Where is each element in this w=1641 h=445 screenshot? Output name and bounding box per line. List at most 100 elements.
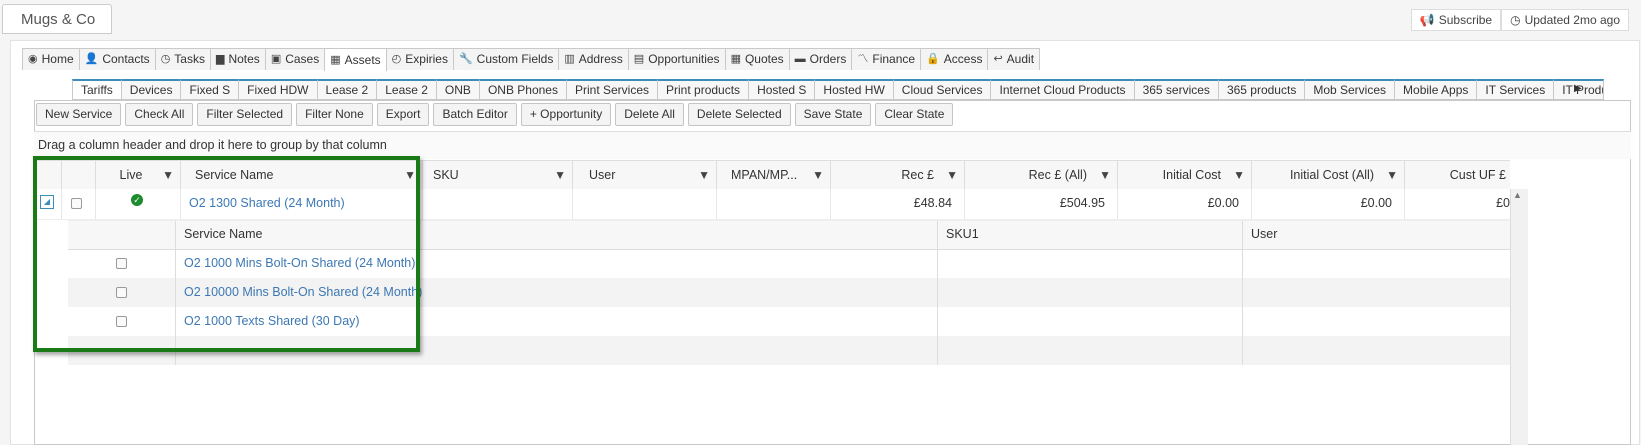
header-sku[interactable]: SKU ▼ xyxy=(422,161,572,190)
subtab-cloud-services[interactable]: Cloud Services xyxy=(892,79,992,100)
filter-icon[interactable]: ▼ xyxy=(698,161,710,189)
subtab-fixed-hdw[interactable]: Fixed HDW xyxy=(238,79,318,100)
grid-icon: ▦ xyxy=(330,53,341,66)
child-row[interactable]: O2 1000 Mins Bolt-On Shared (24 Month) xyxy=(68,249,1510,278)
child-row[interactable] xyxy=(68,336,1510,365)
child-user-cell xyxy=(1242,249,1510,278)
child-service-link[interactable]: O2 10000 Mins Bolt-On Shared (24 Month) xyxy=(175,278,937,307)
subtab-tariffs[interactable]: Tariffs xyxy=(72,79,122,100)
tab-quotes[interactable]: ▦ Quotes xyxy=(724,48,790,70)
header-user[interactable]: User ▼ xyxy=(572,161,716,190)
subtab-fixed-s[interactable]: Fixed S xyxy=(180,79,240,100)
updated-status: ◷ Updated 2mo ago xyxy=(1501,9,1629,31)
header-rec-all[interactable]: Rec £ (All) ▼ xyxy=(964,161,1117,190)
filter-icon[interactable]: ▼ xyxy=(946,161,958,189)
header-initial-cost-all[interactable]: Initial Cost (All) ▼ xyxy=(1251,161,1404,190)
child-select-cell xyxy=(68,336,175,365)
child-row-checkbox[interactable] xyxy=(116,316,127,327)
row-checkbox[interactable] xyxy=(71,198,82,209)
export-button[interactable]: Export xyxy=(376,103,430,126)
check-all-button[interactable]: Check All xyxy=(125,103,194,126)
tab-cases[interactable]: ▣ Cases xyxy=(264,48,326,70)
subtab-print-services[interactable]: Print Services xyxy=(565,79,659,100)
table-row[interactable]: O2 1300 Shared (24 Month) £48.84 £504.95… xyxy=(35,189,1510,220)
tab-scroll-right-icon[interactable]: ▶ xyxy=(1574,83,1582,94)
tab-expiries[interactable]: ◴ Expiries xyxy=(385,48,454,70)
child-service-link[interactable]: O2 1000 Texts Shared (30 Day) xyxy=(175,307,937,336)
filter-icon[interactable]: ▼ xyxy=(404,161,416,189)
child-row[interactable]: O2 10000 Mins Bolt-On Shared (24 Month) xyxy=(68,278,1510,307)
header-initial-cost[interactable]: Initial Cost ▼ xyxy=(1117,161,1251,190)
tab-notes[interactable]: ▆ Notes xyxy=(209,48,266,70)
new-service-button[interactable]: New Service xyxy=(36,103,122,126)
tab-home[interactable]: ◉ Home xyxy=(22,48,80,70)
child-row-checkbox[interactable] xyxy=(116,287,127,298)
filter-icon[interactable]: ▼ xyxy=(812,161,824,189)
user-cell xyxy=(572,189,716,219)
subtab-mobile-apps[interactable]: Mobile Apps xyxy=(1394,79,1478,100)
batch-editor-button[interactable]: Batch Editor xyxy=(433,103,517,126)
subscribe-button[interactable]: 📢 Subscribe xyxy=(1410,9,1502,31)
account-title-tab: Mugs & Co xyxy=(2,4,112,34)
header-live[interactable]: Live ▼ xyxy=(95,161,180,190)
child-header-user[interactable]: User xyxy=(1242,221,1510,249)
header-select-col xyxy=(61,161,95,190)
child-user-cell xyxy=(1242,278,1510,307)
child-sku-cell xyxy=(937,249,1242,278)
child-row[interactable]: O2 1000 Texts Shared (30 Day) xyxy=(68,307,1510,336)
header-cust-uf[interactable]: Cust UF £ xyxy=(1404,161,1510,190)
subtab-365-products[interactable]: 365 products xyxy=(1217,79,1306,100)
filter-icon[interactable]: ▼ xyxy=(1386,161,1398,189)
delete-selected-button[interactable]: Delete Selected xyxy=(687,103,791,126)
subtab-hosted-hw[interactable]: Hosted HW xyxy=(814,79,894,100)
collapse-row-icon[interactable]: ◢ xyxy=(40,195,54,209)
tab-assets[interactable]: ▦ Assets xyxy=(324,48,387,71)
subtab-it-services[interactable]: IT Services xyxy=(1476,79,1555,100)
filter-icon[interactable]: ▼ xyxy=(1233,161,1245,189)
save-state-button[interactable]: Save State xyxy=(794,103,872,126)
tab-tasks[interactable]: ◷ Tasks xyxy=(154,48,211,70)
header-mpan[interactable]: MPAN/MP... ▼ xyxy=(716,161,830,190)
tab-audit[interactable]: ↩ Audit xyxy=(987,48,1041,70)
cust-uf-cell: £0 xyxy=(1404,189,1510,219)
filter-icon[interactable]: ▼ xyxy=(162,161,174,189)
subtab-lease-2[interactable]: Lease 2 xyxy=(316,79,378,100)
main-tab-bar: ◉ Home 👤 Contacts ◷ Tasks ▆ Notes ▣ Cases ▦ As… xyxy=(22,48,1041,71)
add-opportunity-button[interactable]: + Opportunity xyxy=(520,103,612,126)
service-name-link[interactable]: O2 1300 Shared (24 Month) xyxy=(180,189,422,219)
child-header-sku1[interactable]: SKU1 xyxy=(937,221,1242,249)
scroll-up-arrow-icon[interactable]: ▲ xyxy=(1513,190,1522,200)
filter-selected-button[interactable]: Filter Selected xyxy=(197,103,293,126)
child-header-service-name[interactable]: Service Name xyxy=(175,221,937,249)
subtab-lease-2b[interactable]: Lease 2 xyxy=(376,79,437,100)
filter-none-button[interactable]: Filter None xyxy=(296,103,373,126)
delete-all-button[interactable]: Delete All xyxy=(615,103,684,126)
subtab-onb-phones[interactable]: ONB Phones xyxy=(478,79,567,100)
tab-custom-fields[interactable]: 🔧 Custom Fields xyxy=(452,48,560,70)
header-rec[interactable]: Rec £ ▼ xyxy=(830,161,964,190)
subtab-hosted-s[interactable]: Hosted S xyxy=(748,79,816,100)
clock-icon: ◷ xyxy=(1510,13,1521,27)
header-service-name[interactable]: Service Name ▼ xyxy=(180,161,422,190)
subtab-365-services[interactable]: 365 services xyxy=(1133,79,1219,100)
group-by-drop-zone[interactable]: Drag a column header and drop it here to… xyxy=(34,131,1631,159)
vertical-scrollbar[interactable] xyxy=(1510,189,1528,445)
subtab-internet-cloud-products[interactable]: Internet Cloud Products xyxy=(990,79,1135,100)
tab-opportunities[interactable]: ▤ Opportunities xyxy=(627,48,726,70)
child-service-link[interactable] xyxy=(175,336,937,365)
subtab-devices[interactable]: Devices xyxy=(120,79,182,100)
child-sku-cell xyxy=(937,278,1242,307)
subtab-print-products[interactable]: Print products xyxy=(657,79,750,100)
filter-icon[interactable]: ▼ xyxy=(554,161,566,189)
tab-orders[interactable]: ▬ Orders xyxy=(788,48,853,70)
child-row-checkbox[interactable] xyxy=(116,258,127,269)
child-service-link[interactable]: O2 1000 Mins Bolt-On Shared (24 Month) xyxy=(175,249,937,278)
subtab-mob-services[interactable]: Mob Services xyxy=(1304,79,1396,100)
subtab-onb[interactable]: ONB xyxy=(435,79,480,100)
clear-state-button[interactable]: Clear State xyxy=(875,103,954,126)
filter-icon[interactable]: ▼ xyxy=(1099,161,1111,189)
tab-address[interactable]: ▥ Address xyxy=(558,48,629,70)
tab-finance[interactable]: 〽 Finance xyxy=(851,48,922,70)
tab-contacts[interactable]: 👤 Contacts xyxy=(78,48,156,70)
tab-access[interactable]: 🔒 Access xyxy=(920,48,989,70)
